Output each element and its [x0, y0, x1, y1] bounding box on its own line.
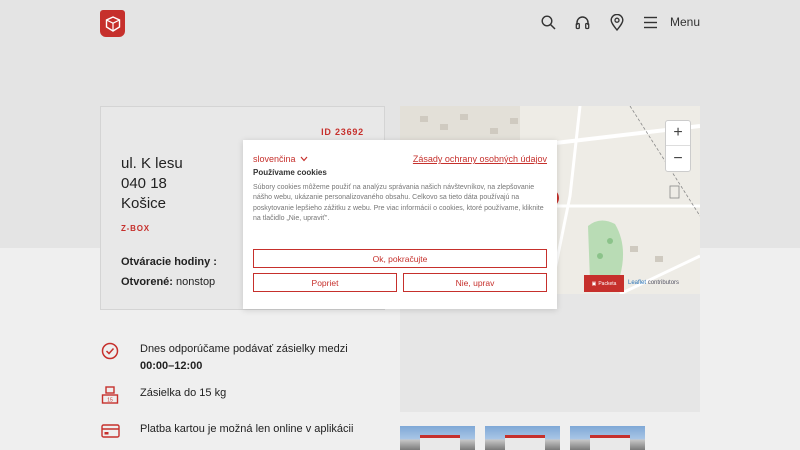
weight-scale-icon: 15	[100, 385, 120, 405]
payment-text: Platba kartou je možná len online v apli…	[140, 423, 354, 435]
address-street: ul. K lesu	[121, 155, 183, 172]
card-payment-icon	[100, 421, 120, 441]
top-nav: Menu	[540, 12, 700, 32]
language-label: slovenčina	[253, 154, 296, 164]
point-id: ID 23692	[321, 127, 364, 137]
location-pin-icon[interactable]	[608, 12, 626, 32]
cookie-description: Súbory cookies môžeme použiť na analýzu …	[253, 184, 544, 223]
ok-continue-button[interactable]: Ok, pokračujte	[253, 249, 547, 268]
open-label: Otvorené:	[121, 276, 173, 288]
point-address: ul. K lesu 040 18 Košice	[121, 154, 183, 214]
headset-icon[interactable]	[574, 12, 592, 32]
search-icon[interactable]	[540, 12, 558, 32]
leaflet-link[interactable]: Leaflet	[628, 280, 646, 286]
attribution-contrib: contributors	[647, 280, 680, 286]
address-city: Košice	[121, 195, 167, 212]
photo-thumbnail[interactable]	[485, 426, 560, 450]
badge-label: Packeta	[598, 280, 617, 287]
map-attribution: Leaflet contributors	[628, 280, 679, 286]
open-value: nonstop	[176, 276, 216, 288]
point-type: Z-BOX	[121, 224, 150, 233]
menu-label[interactable]: Menu	[670, 15, 700, 29]
cookie-title: Používame cookies	[253, 168, 327, 177]
feature-card-payment: Platba kartou je možná len online v apli…	[100, 421, 353, 441]
hamburger-icon[interactable]	[642, 12, 660, 32]
dropoff-text: Dnes odporúčame podávať zásielky medzi	[140, 343, 348, 355]
map-zoom-control: + −	[665, 120, 691, 172]
accept-button[interactable]: Popriet	[253, 273, 397, 292]
chevron-down-icon	[300, 156, 307, 162]
opening-hours-label: Otváracie hodiny :	[121, 256, 217, 268]
dropoff-hours: 00:00–12:00	[140, 360, 203, 372]
open-status: Otvorené: nonstop	[121, 276, 215, 288]
privacy-policy-link[interactable]: Zásady ochrany osobných údajov	[413, 154, 547, 164]
language-selector[interactable]: slovenčina	[253, 154, 308, 164]
package-icon	[105, 15, 120, 32]
photo-thumbnail[interactable]	[570, 426, 645, 450]
adjust-button[interactable]: Nie, uprav	[403, 273, 547, 292]
packeta-logo[interactable]	[100, 10, 125, 37]
address-zip: 040 18	[121, 175, 167, 192]
photo-thumbnail[interactable]	[400, 426, 475, 450]
feature-text: Dnes odporúčame podávať zásielky medzi 0…	[140, 341, 380, 375]
svg-text:15: 15	[107, 398, 113, 404]
badge-logo-icon: ▣	[591, 280, 597, 287]
weight-text: Zásielka do 15 kg	[140, 387, 227, 399]
cookie-dialog: slovenčina Zásady ochrany osobných údajo…	[243, 140, 557, 309]
map-placeholder-area	[400, 294, 700, 412]
feature-weight: 15 Zásielka do 15 kg	[100, 385, 226, 405]
clock-check-icon	[100, 341, 120, 361]
zoom-out-button[interactable]: −	[666, 146, 690, 171]
zoom-in-button[interactable]: +	[666, 121, 690, 146]
map-packeta-badge[interactable]: ▣ Packeta	[584, 275, 624, 292]
feature-dropoff-time: Dnes odporúčame podávať zásielky medzi 0…	[100, 341, 380, 375]
